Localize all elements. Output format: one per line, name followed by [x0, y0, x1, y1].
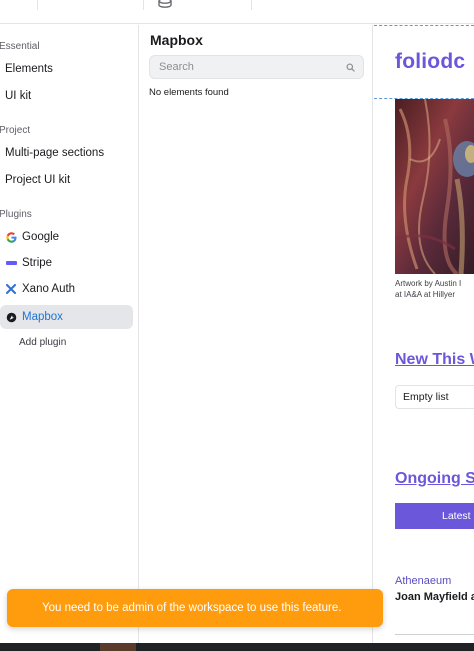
artist-name: Joan Mayfield a	[395, 591, 474, 603]
search-input[interactable]	[150, 56, 330, 78]
venue-name[interactable]: Athenaeum	[395, 575, 451, 587]
google-icon	[5, 231, 17, 243]
toolbar-divider	[251, 0, 252, 10]
sidebar-item-label: Elements	[5, 63, 53, 75]
sidebar-item-label: Multi-page sections	[5, 147, 105, 159]
toast-message: You need to be admin of the workspace to…	[42, 602, 342, 614]
sidebar-item-label: Xano Auth	[22, 283, 76, 295]
toolbar-divider	[37, 0, 38, 10]
sidebar-item-project-ui-kit[interactable]: Project UI kit	[0, 168, 133, 192]
sidebar-item-stripe[interactable]: Stripe	[0, 251, 133, 275]
xano-icon	[5, 283, 17, 295]
artwork-caption: Artwork by Austin I at IA&A at Hillyer	[395, 278, 461, 300]
sidebar-item-label: UI kit	[5, 90, 32, 102]
sidebar: Essential Elements UI kit Project Multi-…	[0, 25, 139, 643]
taskbar	[0, 643, 474, 651]
empty-list: Empty list	[395, 385, 474, 409]
sidebar-item-label: Project UI kit	[5, 174, 71, 186]
caption-line: at IA&A at Hillyer	[395, 290, 456, 299]
section-label-essential: Essential	[0, 41, 40, 52]
sidebar-item-label: Mapbox	[22, 311, 63, 323]
sidebar-item-ui-kit[interactable]: UI kit	[0, 84, 133, 108]
page-canvas[interactable]: foliodc Artwork by Austin I at IA&A at H…	[374, 25, 474, 643]
database-icon[interactable]	[158, 0, 172, 8]
top-toolbar	[0, 0, 474, 24]
search-field[interactable]	[149, 55, 364, 79]
section-label-plugins: Plugins	[0, 209, 32, 220]
search-icon	[346, 63, 355, 72]
divider	[395, 634, 474, 635]
artwork-image[interactable]	[395, 99, 474, 274]
sidebar-item-mapbox[interactable]: Mapbox	[0, 305, 133, 329]
site-logo[interactable]: foliodc	[395, 50, 465, 74]
empty-state-message: No elements found	[149, 87, 229, 98]
toolbar-divider	[143, 0, 144, 10]
admin-warning-toast[interactable]: You need to be admin of the workspace to…	[7, 589, 383, 627]
sidebar-item-multi-page-sections[interactable]: Multi-page sections	[0, 141, 133, 165]
sidebar-item-elements[interactable]: Elements	[0, 57, 133, 81]
selection-outline	[374, 25, 474, 26]
sidebar-item-label: Google	[22, 231, 60, 243]
ongoing-heading[interactable]: Ongoing S	[395, 470, 474, 488]
latest-button[interactable]: Latest	[395, 503, 474, 529]
sidebar-item-label: Stripe	[22, 257, 53, 269]
elements-panel: Mapbox No elements found	[140, 25, 373, 643]
mapbox-icon	[5, 311, 17, 323]
caption-line: Artwork by Austin I	[395, 279, 462, 288]
stripe-icon	[5, 257, 17, 269]
panel-title: Mapbox	[150, 32, 203, 48]
section-label-project: Project	[0, 125, 31, 136]
sidebar-item-xano-auth[interactable]: Xano Auth	[0, 277, 133, 301]
new-this-week-heading[interactable]: New This W	[395, 351, 474, 369]
sidebar-item-google[interactable]: Google	[0, 225, 133, 249]
taskbar-item[interactable]	[100, 643, 136, 651]
add-plugin-link[interactable]: Add plugin	[19, 337, 66, 348]
